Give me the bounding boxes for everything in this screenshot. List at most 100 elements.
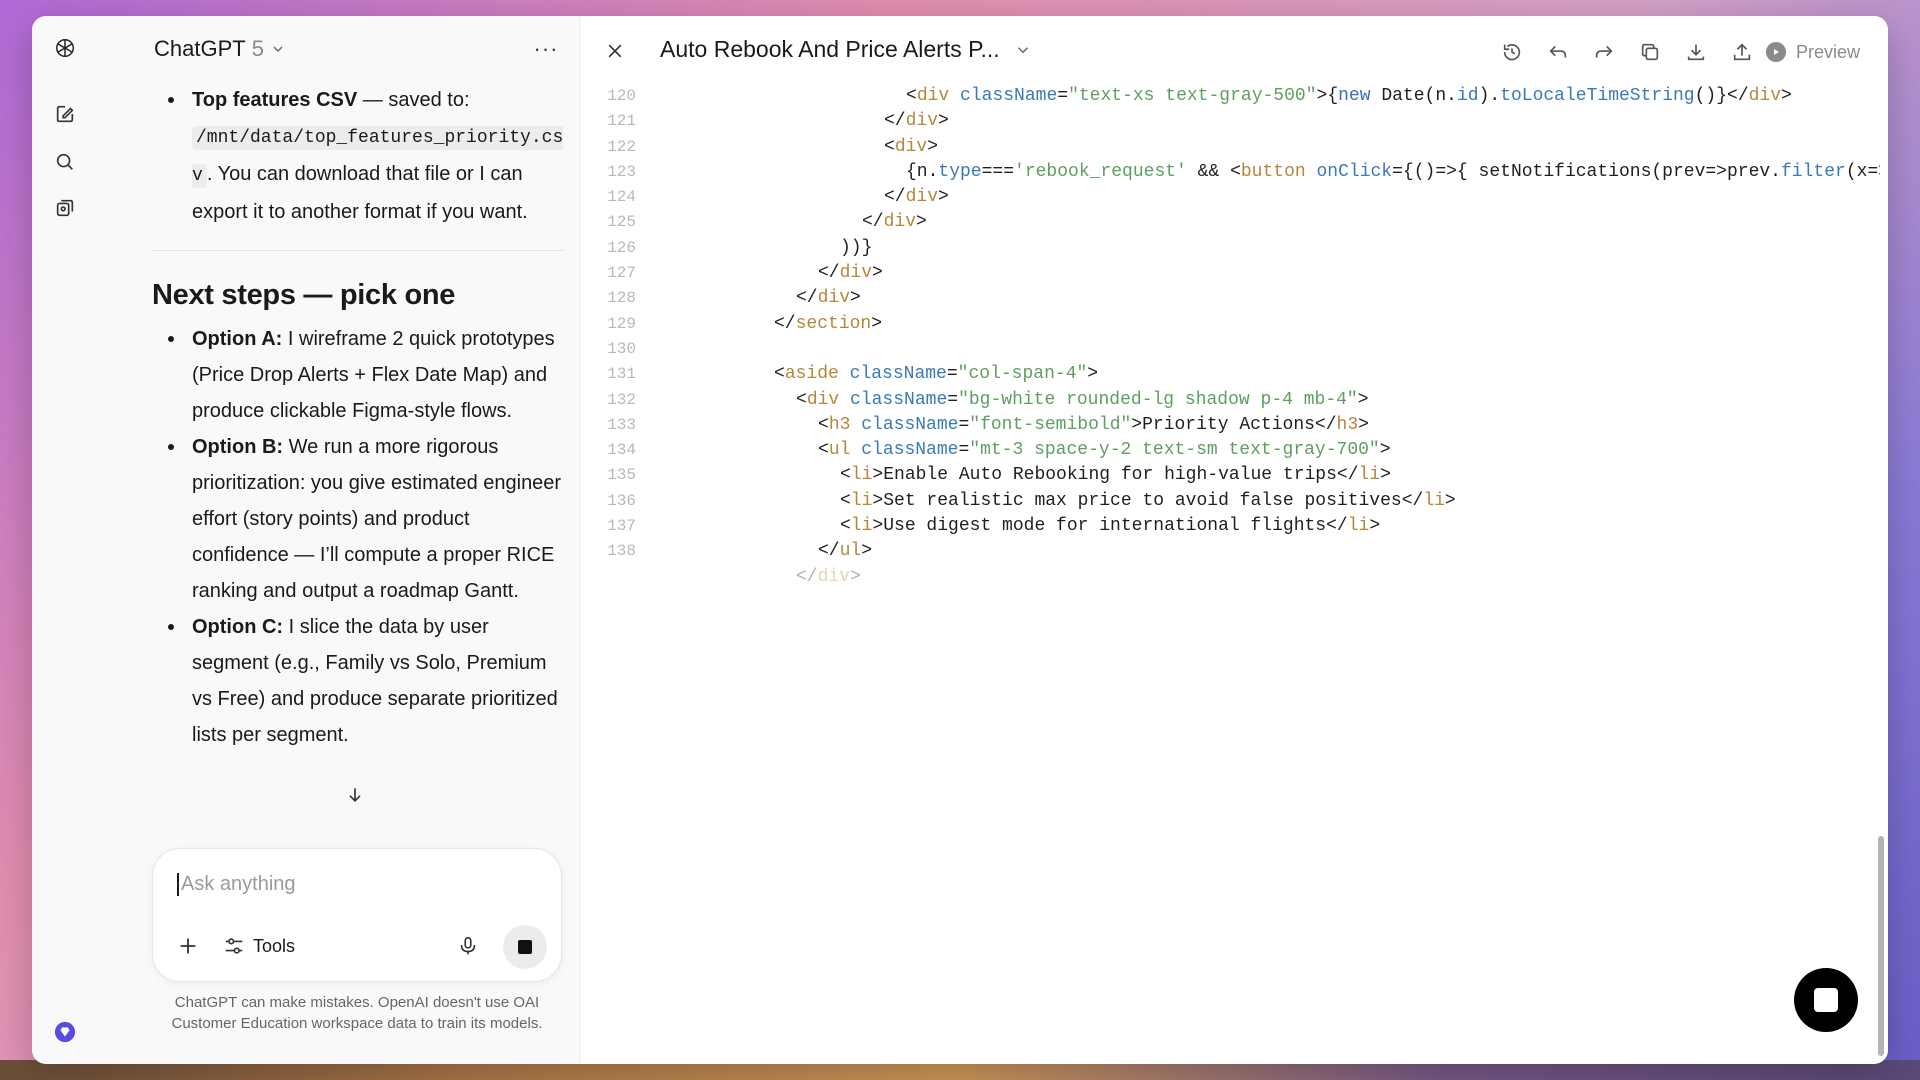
code-line: </div>: [580, 565, 1880, 590]
code-token: >: [1358, 414, 1369, 435]
code-token: >Use digest mode for international fligh…: [872, 516, 1348, 537]
app-window: ChatGPT 5 ··· Top features CSV — saved t…: [32, 16, 1888, 1064]
code-token: h3: [828, 414, 851, 435]
code-token: toLocaleTimeString: [1500, 86, 1695, 106]
chat-header: ChatGPT 5 ···: [98, 16, 579, 80]
line-number: 134: [607, 441, 636, 460]
close-icon[interactable]: [600, 36, 630, 66]
code-line: 127 </div>: [580, 261, 1880, 286]
code-line: 136 <li>Set realistic max price to avoid …: [580, 489, 1880, 514]
upgrade-gem-icon[interactable]: [49, 1016, 81, 1048]
code-line: 129 </section>: [580, 312, 1880, 337]
code-editor[interactable]: 120 <div className="text-xs text-gray-500…: [580, 84, 1880, 644]
code-token: "mt-3 space-y-2 text-sm text-gray-700": [969, 440, 1380, 461]
code-token: li: [850, 465, 873, 486]
code-text: </div>: [636, 109, 949, 134]
code-token: >: [850, 566, 861, 587]
options-list: Option A: I wireframe 2 quick prototypes…: [152, 321, 564, 753]
tools-button[interactable]: Tools: [223, 931, 295, 961]
intro-bold: Top features CSV: [192, 89, 358, 111]
play-icon: [1765, 42, 1786, 62]
code-line: 133 <h3 className="font-semibold">Priorit…: [580, 413, 1880, 438]
code-token: >: [872, 263, 883, 284]
undo-icon[interactable]: [1542, 36, 1574, 68]
option-label: Option C:: [192, 616, 284, 638]
code-token: <: [818, 440, 829, 461]
code-token: "font-semibold": [969, 414, 1132, 435]
code-token: li: [850, 490, 873, 511]
code-token: ))}: [840, 237, 873, 258]
code-token: >: [1379, 440, 1391, 461]
library-icon[interactable]: [49, 192, 81, 224]
code-text: </div>: [636, 185, 949, 210]
scrollbar[interactable]: [1878, 836, 1886, 1056]
line-number: 132: [607, 390, 636, 409]
chat-panel: ChatGPT 5 ··· Top features CSV — saved t…: [98, 16, 580, 1064]
openai-logo-icon[interactable]: [49, 32, 81, 64]
search-icon[interactable]: [49, 146, 81, 178]
code-token: onClick: [1316, 161, 1393, 182]
code-line: 122 <div>: [580, 135, 1880, 160]
code-line: 120 <div className="text-xs text-gray-500…: [580, 84, 1880, 109]
preview-button[interactable]: Preview: [1765, 36, 1860, 68]
code-token: </: [796, 566, 818, 587]
scrollbar-thumb[interactable]: [1878, 836, 1884, 1056]
intro-text: — saved to:: [357, 89, 470, 111]
code-token: id: [1456, 86, 1479, 106]
code-token: </: [774, 313, 796, 334]
list-item: Option C: I slice the data by user segme…: [152, 609, 564, 753]
code-token: >Set realistic max price to avoid false …: [872, 490, 1424, 511]
model-selector[interactable]: ChatGPT 5: [154, 36, 286, 62]
code-line: 128 </div>: [580, 286, 1880, 311]
code-token: type: [938, 161, 982, 182]
composer-input[interactable]: [177, 873, 537, 896]
code-token: =: [946, 364, 958, 385]
code-token: <: [840, 516, 851, 537]
section-title: Next steps — pick one: [152, 279, 456, 311]
code-token: filter: [1781, 161, 1846, 182]
share-icon[interactable]: [1726, 36, 1758, 68]
download-icon[interactable]: [1680, 36, 1712, 68]
code-text: </div>: [636, 565, 861, 590]
code-token: >Enable Auto Rebooking for high-value tr…: [872, 465, 1359, 486]
mic-icon[interactable]: [453, 931, 483, 961]
stop-generating-button[interactable]: [1794, 968, 1858, 1032]
line-number: [580, 565, 636, 590]
code-text: <div className="text-xs text-gray-500">{…: [636, 84, 1792, 109]
stop-generating-button[interactable]: [503, 925, 547, 969]
code-token: >: [1380, 465, 1391, 486]
stop-icon: [518, 940, 532, 954]
history-icon[interactable]: [1496, 36, 1528, 68]
code-token: div: [883, 212, 917, 233]
code-text: </ul>: [636, 539, 872, 564]
code-token: className: [861, 414, 959, 435]
new-chat-icon[interactable]: [49, 98, 81, 130]
code-token: ={()=>{ setNotifications(prev=>prev.: [1392, 161, 1781, 182]
code-text: <h3 className="font-semibold">Priority A…: [636, 413, 1369, 438]
code-token: && <: [1186, 161, 1241, 182]
code-token: =: [958, 414, 970, 435]
canvas-panel: Auto Rebook And Price Alerts P... Previe…: [580, 16, 1888, 1064]
chevron-down-icon: [1017, 46, 1028, 53]
plus-icon[interactable]: [173, 931, 203, 961]
code-token: >: [938, 187, 949, 208]
code-token: </: [818, 541, 840, 562]
code-token: </: [884, 187, 906, 208]
line-number: 125: [607, 213, 636, 232]
code-token: div: [905, 111, 939, 132]
list-item: Option B: We run a more rigorous priorit…: [152, 429, 564, 609]
code-line: 137 <li>Use digest mode for international…: [580, 514, 1880, 539]
code-token: (x=>x.: [1845, 161, 1880, 182]
copy-icon[interactable]: [1634, 36, 1666, 68]
document-title-dropdown[interactable]: Auto Rebook And Price Alerts P...: [660, 36, 1032, 63]
code-line: 138 </ul>: [580, 539, 1880, 564]
more-icon[interactable]: ···: [531, 34, 561, 64]
redo-icon[interactable]: [1588, 36, 1620, 68]
code-token: className: [850, 389, 948, 410]
arrow-down-icon[interactable]: [338, 778, 372, 812]
code-token: <: [840, 490, 851, 511]
